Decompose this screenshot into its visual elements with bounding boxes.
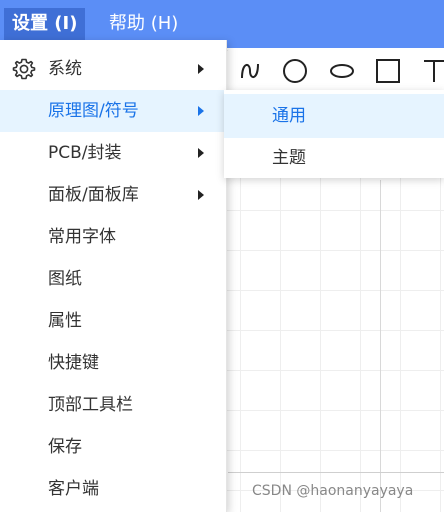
menu-item-shortcuts[interactable]: 快捷键 <box>0 342 226 384</box>
canvas-guide-horizontal <box>228 472 444 473</box>
menu-item-save[interactable]: 保存 <box>0 426 226 468</box>
menu-settings[interactable]: 设置 (I) <box>4 8 86 40</box>
menu-item-label: 属性 <box>48 311 82 331</box>
submenu-item-theme[interactable]: 主题 <box>224 136 444 180</box>
menu-item-schematic-symbol[interactable]: 原理图/符号 <box>0 90 226 132</box>
submenu-arrow-icon <box>198 190 204 200</box>
menu-item-label: 面板/面板库 <box>48 185 139 205</box>
submenu-item-label: 主题 <box>272 148 306 168</box>
drawing-toolbar <box>228 48 444 94</box>
menu-item-drawing-sheet[interactable]: 图纸 <box>0 258 226 300</box>
canvas-guide-vertical <box>380 180 381 512</box>
submenu-arrow-icon <box>198 148 204 158</box>
schematic-submenu: 通用 主题 <box>224 90 444 178</box>
gear-icon <box>12 58 36 80</box>
submenu-arrow-icon <box>198 106 204 116</box>
menu-item-pcb-footprint[interactable]: PCB/封装 <box>0 132 226 174</box>
menu-item-label: 保存 <box>48 437 82 457</box>
menu-item-system[interactable]: 系统 <box>0 48 226 90</box>
watermark: CSDN @haonanyayaya <box>252 483 414 499</box>
settings-dropdown: 系统 原理图/符号 PCB/封装 面板/面板库 常用字体 图纸 属性 快捷键 顶… <box>0 40 227 512</box>
ellipse-tool-icon[interactable] <box>329 58 355 84</box>
menu-item-label: 快捷键 <box>48 353 99 373</box>
menu-item-common-fonts[interactable]: 常用字体 <box>0 216 226 258</box>
curve-tool-icon[interactable] <box>238 58 264 84</box>
menu-item-top-toolbar[interactable]: 顶部工具栏 <box>0 384 226 426</box>
menu-item-properties[interactable]: 属性 <box>0 300 226 342</box>
menu-item-label: 原理图/符号 <box>48 101 139 121</box>
menu-item-label: PCB/封装 <box>48 143 122 163</box>
menu-item-label: 图纸 <box>48 269 82 289</box>
menu-item-panel-library[interactable]: 面板/面板库 <box>0 174 226 216</box>
menu-item-label: 顶部工具栏 <box>48 395 133 415</box>
menu-item-label: 系统 <box>48 59 82 79</box>
circle-tool-icon[interactable] <box>282 58 308 84</box>
submenu-arrow-icon <box>198 64 204 74</box>
menu-item-client[interactable]: 客户端 <box>0 468 226 510</box>
menu-item-label: 客户端 <box>48 479 99 499</box>
menu-item-label: 常用字体 <box>48 227 116 247</box>
rectangle-tool-icon[interactable] <box>375 58 401 84</box>
submenu-item-label: 通用 <box>272 106 306 126</box>
submenu-item-general[interactable]: 通用 <box>224 94 444 138</box>
text-tool-icon[interactable] <box>422 58 444 84</box>
